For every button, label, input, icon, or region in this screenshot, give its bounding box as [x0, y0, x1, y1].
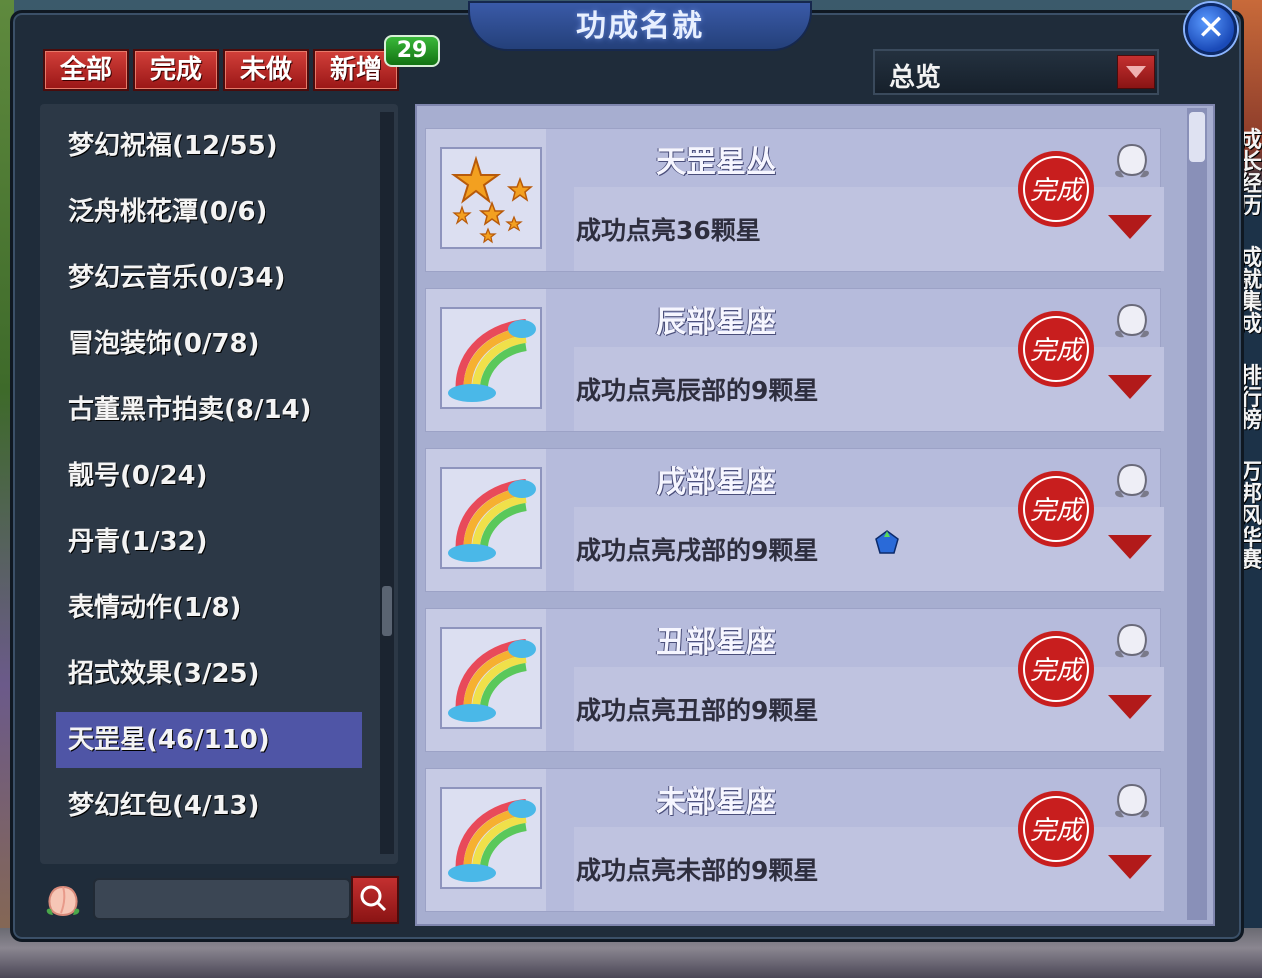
rainbow-icon: [440, 627, 542, 729]
completed-stamp-icon: 完成: [1018, 471, 1094, 547]
category-item[interactable]: 表情动作(1/8): [56, 580, 362, 636]
overview-dropdown[interactable]: 总览: [873, 49, 1159, 95]
category-item-selected[interactable]: 天罡星(46/110): [56, 712, 362, 768]
expand-arrow-icon[interactable]: [1108, 695, 1152, 719]
peach-icon: [1115, 783, 1149, 818]
achievement-entry[interactable]: 辰部星座 成功点亮辰部的9颗星 完成: [425, 288, 1164, 432]
category-item[interactable]: 梦幻祝福(12/55): [56, 118, 362, 174]
achievement-description: 成功点亮36颗星: [576, 216, 761, 245]
peach-icon: [1115, 303, 1149, 338]
svg-text:完成: 完成: [1030, 656, 1086, 686]
achievement-entry[interactable]: 丑部星座 成功点亮丑部的9颗星 完成: [425, 608, 1164, 752]
close-icon: ✕: [1196, 8, 1226, 48]
achievement-title: 戌部星座: [656, 465, 776, 500]
achievement-list: 天罡星丛 成功点亮36颗星 完成 辰部星座 成功点亮辰部的9颗星 完成 戌部星座…: [415, 104, 1215, 926]
stars-icon: [440, 147, 542, 249]
expand-arrow-icon[interactable]: [1108, 215, 1152, 239]
category-scrollbar[interactable]: [380, 112, 394, 854]
window-title: 功成名就: [576, 9, 704, 44]
achievement-entry[interactable]: 未部星座 成功点亮未部的9颗星 完成: [425, 768, 1164, 912]
close-button[interactable]: ✕: [1185, 3, 1237, 55]
search-input[interactable]: [93, 878, 351, 920]
search-button[interactable]: [351, 876, 399, 924]
completed-stamp-icon: 完成: [1018, 311, 1094, 387]
expand-arrow-icon[interactable]: [1108, 535, 1152, 559]
peach-icon: [1115, 463, 1149, 498]
achievement-description: 成功点亮未部的9颗星: [576, 856, 819, 885]
achievement-scrollbar[interactable]: [1187, 108, 1207, 920]
achievement-scroll-thumb[interactable]: [1189, 112, 1205, 162]
achievement-entry[interactable]: 天罡星丛 成功点亮36颗星 完成: [425, 128, 1164, 272]
dropdown-button[interactable]: [1117, 55, 1155, 89]
achievement-entry[interactable]: 戌部星座 成功点亮戌部的9颗星 完成: [425, 448, 1164, 592]
svg-text:完成: 完成: [1030, 496, 1086, 526]
rainbow-icon: [440, 787, 542, 889]
title-plate: 功成名就: [468, 1, 812, 51]
tab-not-done[interactable]: 未做: [223, 49, 309, 91]
overview-label: 总览: [889, 63, 942, 93]
category-item[interactable]: 招式效果(3/25): [56, 646, 362, 702]
svg-text:完成: 完成: [1030, 176, 1086, 206]
achievement-description: 成功点亮辰部的9颗星: [576, 376, 819, 405]
achievement-title: 天罡星丛: [656, 145, 776, 180]
achievement-window: 功成名就 ✕ 全部 完成 未做 新增 29 总览 梦幻祝福(12/55) 泛舟桃…: [10, 1, 1244, 942]
new-count-badge: 29: [384, 35, 440, 67]
completed-stamp-icon: 完成: [1018, 631, 1094, 707]
tab-completed[interactable]: 完成: [133, 49, 219, 91]
category-item[interactable]: 冒泡装饰(0/78): [56, 316, 362, 372]
achievement-title: 丑部星座: [656, 625, 776, 660]
completed-stamp-icon: 完成: [1018, 151, 1094, 227]
category-item[interactable]: 梦幻红包(4/13): [56, 778, 362, 834]
expand-arrow-icon[interactable]: [1108, 375, 1152, 399]
rainbow-icon: [440, 307, 542, 409]
achievement-title: 辰部星座: [656, 305, 776, 340]
category-item[interactable]: 丹青(1/32): [56, 514, 362, 570]
svg-text:完成: 完成: [1030, 816, 1086, 846]
tab-all[interactable]: 全部: [43, 49, 129, 91]
peach-icon: [1115, 143, 1149, 178]
peach-icon: [1115, 623, 1149, 658]
achievement-description: 成功点亮戌部的9颗星: [576, 536, 819, 565]
achievement-description: 成功点亮丑部的9颗星: [576, 696, 819, 725]
svg-text:完成: 完成: [1030, 336, 1086, 366]
category-list: 梦幻祝福(12/55) 泛舟桃花潭(0/6) 梦幻云音乐(0/34) 冒泡装饰(…: [40, 104, 398, 864]
category-scroll-thumb[interactable]: [382, 586, 392, 636]
gem-icon: [875, 530, 899, 554]
category-item[interactable]: 泛舟桃花潭(0/6): [56, 184, 362, 240]
expand-arrow-icon[interactable]: [1108, 855, 1152, 879]
chevron-down-icon: [1126, 66, 1146, 78]
search-icon: [360, 885, 387, 912]
category-item[interactable]: 梦幻云音乐(0/34): [56, 250, 362, 306]
completed-stamp-icon: 完成: [1018, 791, 1094, 867]
category-item[interactable]: 靓号(0/24): [56, 448, 362, 504]
rainbow-icon: [440, 467, 542, 569]
category-item[interactable]: 古董黑市拍卖(8/14): [56, 382, 362, 438]
achievement-title: 未部星座: [656, 785, 776, 820]
peach-icon: [46, 885, 80, 916]
